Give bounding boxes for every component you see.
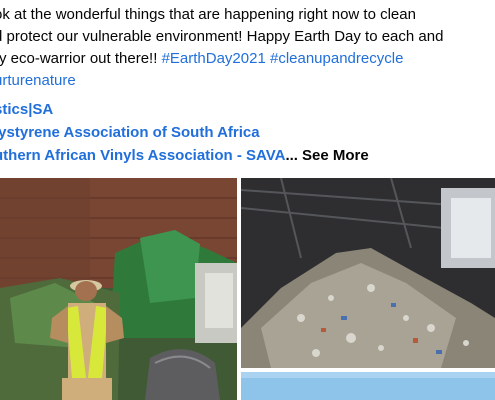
mention-polystyrene-association[interactable]: lystyrene Association of South Africa	[0, 124, 260, 141]
ellipsis: ...	[285, 147, 298, 164]
mention-line-1: stics|SA	[0, 98, 495, 121]
hashtag-nurturenature[interactable]: urturenature	[0, 72, 76, 89]
post-text-line-2: d protect our vulnerable environment! Ha…	[0, 28, 444, 45]
photo-grid	[0, 178, 495, 400]
mentions-list: stics|SA lystyrene Association of South …	[0, 98, 495, 167]
sky-photo-image	[241, 372, 495, 400]
post-text-line-1: ok at the wonderful things that are happ…	[0, 6, 416, 23]
hashtag-earthday2021[interactable]: #EarthDay2021	[162, 50, 266, 67]
see-more-button[interactable]: See More	[302, 147, 369, 164]
post-text-line-4: urturenature	[0, 70, 495, 92]
post-text-line-3: ry eco-warrior out there!! #EarthDay2021…	[0, 48, 495, 70]
waste-pile-photo[interactable]	[241, 178, 495, 368]
post-text-line-3-body: ry eco-warrior out there!!	[0, 50, 162, 67]
post-text: ok at the wonderful things that are happ…	[0, 4, 495, 92]
recycling-worker-photo-image	[0, 178, 237, 400]
waste-pile-photo-image	[241, 178, 495, 368]
hashtag-cleanupandrecycle[interactable]: #cleanupandrecycle	[270, 50, 403, 67]
mention-sava[interactable]: uthern African Vinyls Association - SAVA	[0, 147, 285, 164]
sky-photo[interactable]	[241, 372, 495, 400]
mention-plastics-sa[interactable]: stics|SA	[0, 101, 53, 118]
recycling-worker-photo[interactable]	[0, 178, 237, 400]
mention-line-2: lystyrene Association of South Africa	[0, 121, 495, 144]
mention-line-3: uthern African Vinyls Association - SAVA…	[0, 144, 495, 167]
